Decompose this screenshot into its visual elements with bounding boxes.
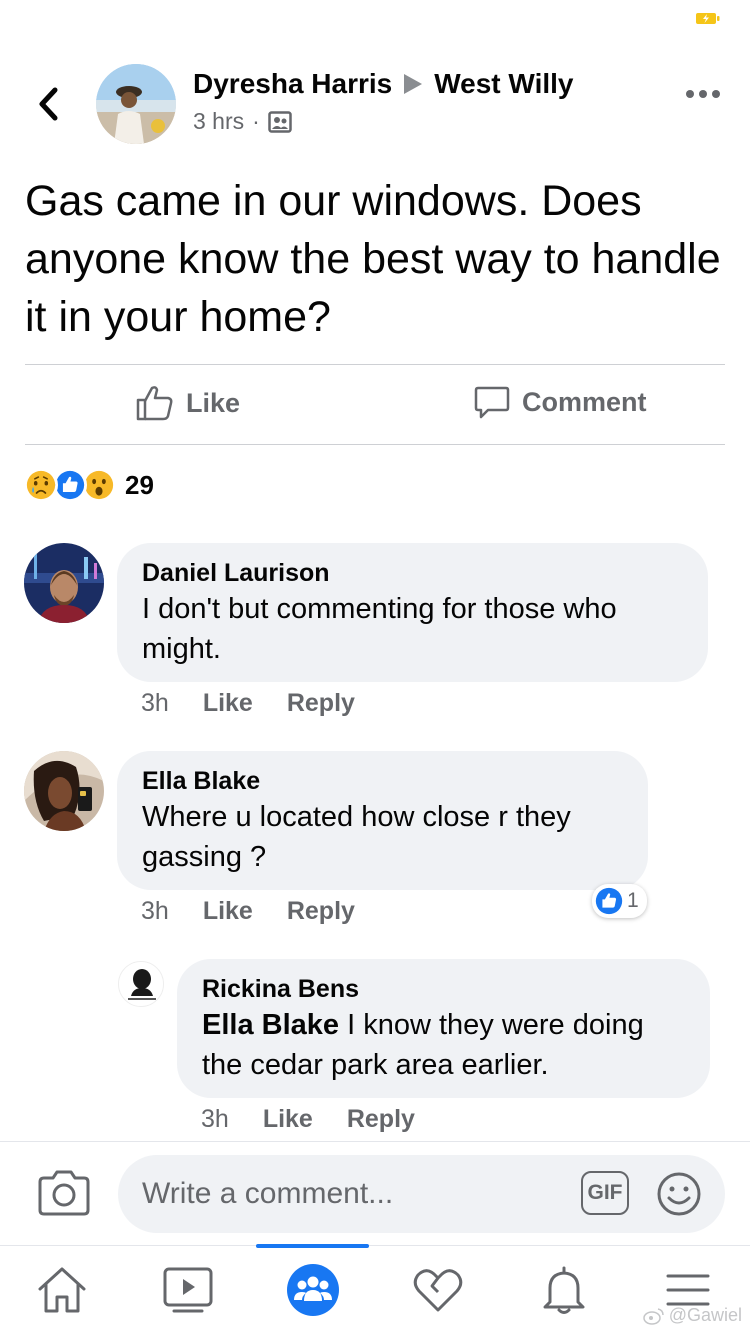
chevron-left-icon (39, 87, 58, 121)
notifications-icon (543, 1266, 585, 1314)
sad-reaction-icon (24, 468, 58, 502)
author-name[interactable]: Dyresha Harris (193, 68, 392, 100)
comment-icon (474, 386, 510, 419)
comment-text: Ella Blake I know they were doing the ce… (202, 1005, 686, 1085)
reactions-summary[interactable]: 29 (24, 468, 154, 502)
commenter-avatar[interactable] (24, 543, 104, 623)
watermark-text: @Gawiel (668, 1305, 742, 1325)
commenter-name[interactable]: Ella Blake (142, 765, 624, 797)
meta-separator: · (252, 108, 260, 134)
nav-watch[interactable] (160, 1262, 216, 1318)
emoji-button[interactable] (656, 1171, 702, 1222)
gif-button[interactable]: GIF (581, 1171, 629, 1215)
comment-like-button[interactable]: Like (263, 1105, 313, 1134)
groups-icon (287, 1264, 339, 1316)
comment-reply-button[interactable]: Reply (347, 1105, 415, 1134)
comment-reaction-count: 1 (627, 889, 639, 912)
like-button[interactable]: Like (136, 384, 240, 422)
comment-text: I don't but commenting for those who mig… (142, 593, 617, 665)
nav-notifications[interactable] (536, 1262, 592, 1318)
thumbs-up-icon (136, 386, 173, 421)
more-options-button[interactable] (686, 90, 720, 98)
divider (0, 1245, 750, 1246)
back-button[interactable] (28, 82, 68, 126)
commenter-name[interactable]: Rickina Bens (202, 973, 686, 1005)
comment-time: 3h (141, 897, 169, 925)
home-icon (38, 1267, 86, 1313)
comment-time: 3h (141, 689, 169, 717)
comment-input[interactable]: Write a comment... (118, 1155, 725, 1233)
comment-like-button[interactable]: Like (203, 897, 253, 926)
nav-home[interactable] (34, 1262, 90, 1318)
nav-active-indicator (256, 1244, 369, 1248)
camera-button[interactable] (38, 1168, 90, 1221)
commenter-avatar[interactable] (24, 751, 104, 831)
comment-label: Comment (522, 386, 647, 417)
smiley-icon (657, 1172, 701, 1216)
commenter-name[interactable]: Daniel Laurison (142, 557, 684, 589)
comment-text: Where u located how close r they gassing… (142, 801, 571, 873)
comment-bubble[interactable]: Ella Blake Where u located how close r t… (117, 751, 648, 890)
comment-actions: 3h Like Reply (201, 1105, 415, 1134)
camera-icon (38, 1170, 90, 1216)
post-meta: 3 hrs · (193, 108, 292, 135)
comment-actions: 3h Like Reply (141, 897, 355, 926)
comment-reaction-badge[interactable]: 1 (592, 884, 647, 918)
watch-icon (163, 1267, 213, 1313)
mention-link[interactable]: Ella Blake (202, 1009, 339, 1041)
comment-button[interactable]: Comment (474, 384, 647, 420)
comment-time: 3h (201, 1105, 229, 1133)
arrow-right-icon (404, 74, 423, 94)
like-reaction-icon (53, 468, 87, 502)
reply-avatar[interactable] (118, 961, 164, 1007)
comment-bubble[interactable]: Daniel Laurison I don't but commenting f… (117, 543, 708, 682)
weibo-logo-icon (642, 1307, 664, 1325)
wow-reaction-icon (82, 468, 116, 502)
post-text: Gas came in our windows. Does anyone kno… (25, 177, 721, 341)
menu-icon (666, 1274, 710, 1306)
post-time[interactable]: 3 hrs (193, 108, 244, 135)
comment-reply-button[interactable]: Reply (287, 897, 355, 926)
like-reaction-icon (595, 887, 623, 915)
dating-icon (413, 1269, 463, 1312)
group-name[interactable]: West Willy (434, 68, 573, 100)
divider (25, 444, 725, 445)
nav-groups[interactable] (285, 1262, 341, 1318)
divider (25, 364, 725, 365)
reply-bubble[interactable]: Rickina Bens Ella Blake I know they were… (177, 959, 710, 1098)
like-label: Like (186, 387, 241, 418)
comment-reply-button[interactable]: Reply (287, 689, 355, 718)
group-members-icon (268, 110, 292, 133)
comment-actions: 3h Like Reply (141, 689, 355, 718)
more-horizontal-icon (686, 90, 694, 98)
comment-placeholder: Write a comment... (142, 1177, 394, 1210)
reaction-count: 29 (125, 469, 154, 500)
divider (0, 1141, 750, 1142)
author-avatar[interactable] (96, 64, 176, 144)
battery-charging-icon (696, 13, 720, 24)
post-author-line: Dyresha Harris West Willy (193, 68, 574, 100)
watermark: @Gawiel (642, 1305, 742, 1326)
comment-like-button[interactable]: Like (203, 689, 253, 718)
nav-dating[interactable] (410, 1262, 466, 1318)
